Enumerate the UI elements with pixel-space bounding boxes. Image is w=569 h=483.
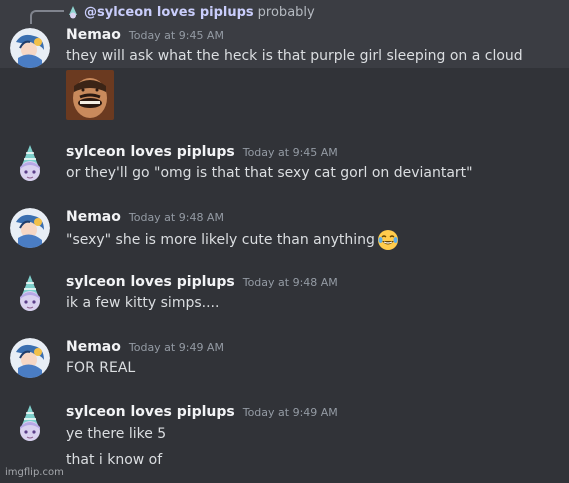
message-header: sylceon loves piplups Today at 9:45 AM xyxy=(66,144,338,160)
nemao-avatar[interactable] xyxy=(10,338,50,378)
nemao-avatar[interactable] xyxy=(10,28,50,68)
reply-spine xyxy=(30,10,64,24)
reply-preview[interactable]: @sylceon loves piplups probably xyxy=(66,4,315,20)
author-name[interactable]: Nemao xyxy=(66,27,121,43)
sylceon-avatar[interactable] xyxy=(10,403,50,443)
reply-avatar-icon xyxy=(66,5,80,19)
message-header: sylceon loves piplups Today at 9:49 AM xyxy=(66,404,338,420)
message-line: "sexy" she is more likely cute than anyt… xyxy=(66,232,375,248)
message-text: FOR REAL xyxy=(66,360,135,376)
message-text: "sexy" she is more likely cute than anyt… xyxy=(66,229,399,251)
message-text: ye there like 5 xyxy=(66,426,166,442)
laughing-man-image[interactable] xyxy=(66,70,114,120)
message-header: Nemao Today at 9:48 AM xyxy=(66,209,224,225)
message-header: Nemao Today at 9:45 AM xyxy=(66,27,224,43)
watermark: imgflip.com xyxy=(5,467,64,478)
sylceon-avatar[interactable] xyxy=(10,143,50,183)
message-line: ik a few kitty simps.... xyxy=(66,295,220,311)
message-line: that i know of xyxy=(66,452,163,468)
timestamp[interactable]: Today at 9:45 AM xyxy=(243,146,338,159)
reply-text: probably xyxy=(257,4,315,20)
message-header: Nemao Today at 9:49 AM xyxy=(66,339,224,355)
message-line: or they'll go "omg is that that sexy cat… xyxy=(66,165,473,181)
message-header: sylceon loves piplups Today at 9:48 AM xyxy=(66,274,338,290)
message-text: that i know of xyxy=(66,452,162,468)
reply-author[interactable]: @sylceon loves piplups xyxy=(84,5,254,20)
author-name[interactable]: sylceon loves piplups xyxy=(66,274,235,290)
joy-laughing-emoji[interactable] xyxy=(377,229,399,251)
author-name[interactable]: sylceon loves piplups xyxy=(66,404,235,420)
message-text: ik a few kitty simps.... xyxy=(66,295,219,311)
message-line: ye there like 5 xyxy=(66,426,167,442)
message-text: or they'll go "omg is that that sexy cat… xyxy=(66,165,473,181)
author-name[interactable]: sylceon loves piplups xyxy=(66,144,235,160)
timestamp[interactable]: Today at 9:49 AM xyxy=(129,341,224,354)
message-line: they will ask what the heck is that purp… xyxy=(66,48,523,64)
sylceon-avatar[interactable] xyxy=(10,273,50,313)
author-name[interactable]: Nemao xyxy=(66,209,121,225)
timestamp[interactable]: Today at 9:49 AM xyxy=(243,406,338,419)
timestamp[interactable]: Today at 9:48 AM xyxy=(129,211,224,224)
timestamp[interactable]: Today at 9:45 AM xyxy=(129,29,224,42)
message-line: FOR REAL xyxy=(66,360,136,376)
message-text: they will ask what the heck is that purp… xyxy=(66,48,523,64)
author-name[interactable]: Nemao xyxy=(66,339,121,355)
timestamp[interactable]: Today at 9:48 AM xyxy=(243,276,338,289)
nemao-avatar[interactable] xyxy=(10,208,50,248)
